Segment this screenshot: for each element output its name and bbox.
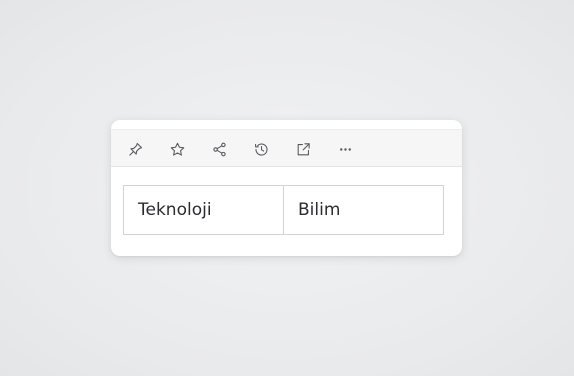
share-icon <box>212 142 226 156</box>
share-button[interactable] <box>209 139 229 159</box>
more-icon <box>339 147 351 151</box>
pin-button[interactable] <box>125 139 145 159</box>
pin-icon <box>128 142 142 156</box>
history-icon <box>254 142 268 156</box>
history-button[interactable] <box>251 139 271 159</box>
content-table: Teknoloji Bilim <box>123 185 444 235</box>
embed-card: Teknoloji Bilim <box>111 120 462 256</box>
more-button[interactable] <box>335 139 355 159</box>
external-link-icon <box>297 142 310 155</box>
table-cell: Bilim <box>283 186 443 234</box>
table-cell: Teknoloji <box>138 200 212 220</box>
favorite-button[interactable] <box>167 139 187 159</box>
open-external-button[interactable] <box>293 139 313 159</box>
star-icon <box>170 142 184 156</box>
embed-toolbar <box>111 129 462 167</box>
